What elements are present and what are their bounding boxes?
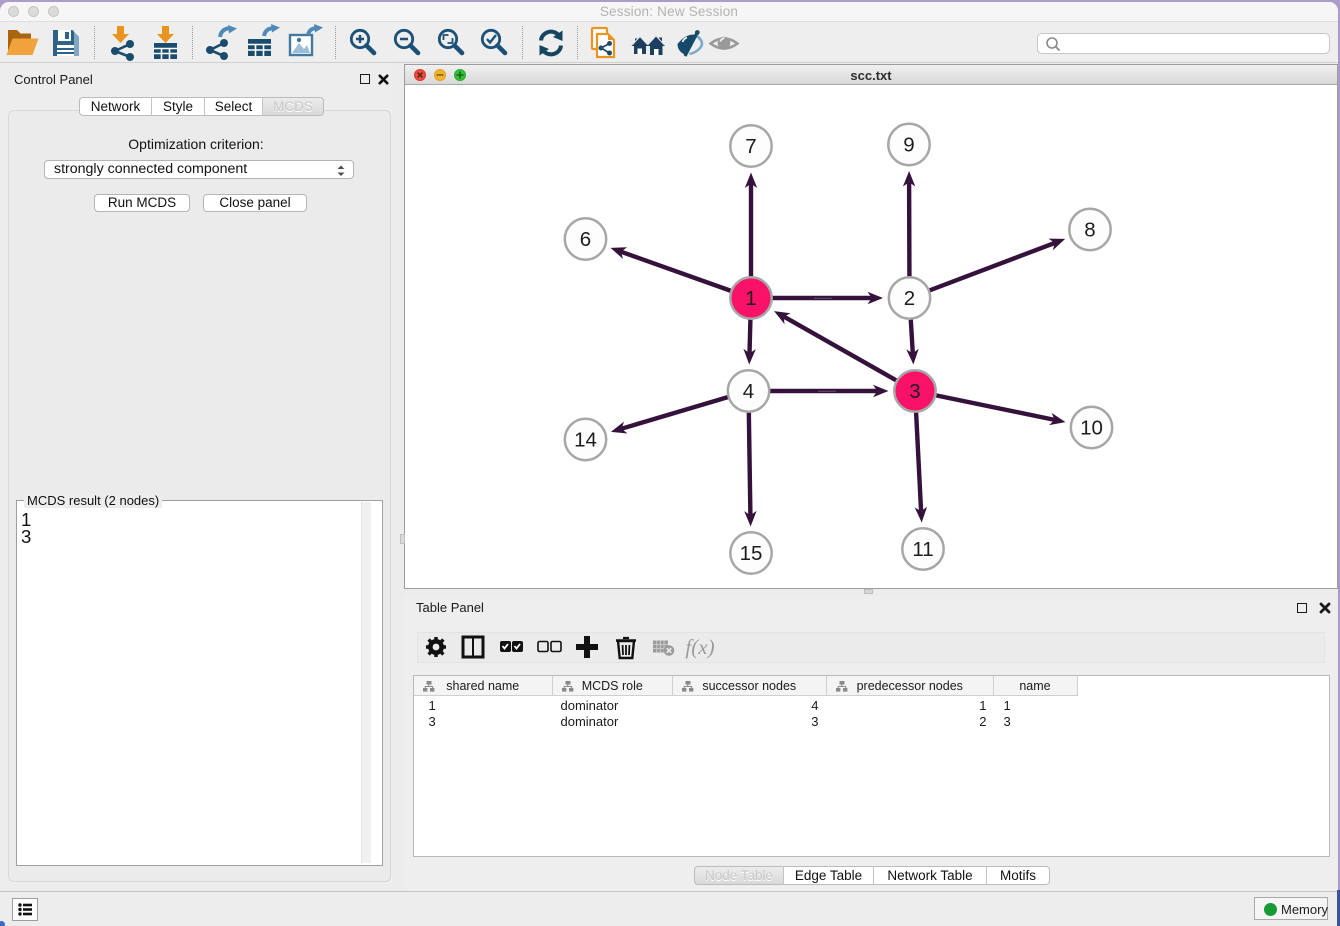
svg-text:3: 3 (909, 380, 920, 403)
svg-text:15: 15 (739, 542, 762, 565)
svg-text:14: 14 (574, 428, 597, 451)
svg-text:6: 6 (579, 228, 590, 251)
svg-text:7: 7 (745, 135, 756, 158)
svg-text:8: 8 (1084, 218, 1095, 241)
svg-text:11: 11 (912, 538, 933, 561)
svg-text:10: 10 (1080, 416, 1103, 439)
svg-text:2: 2 (903, 287, 914, 310)
svg-text:f(x): f(x) (685, 635, 714, 659)
svg-text:4: 4 (742, 380, 753, 403)
svg-text:1: 1 (745, 287, 756, 310)
svg-text:9: 9 (903, 133, 914, 156)
